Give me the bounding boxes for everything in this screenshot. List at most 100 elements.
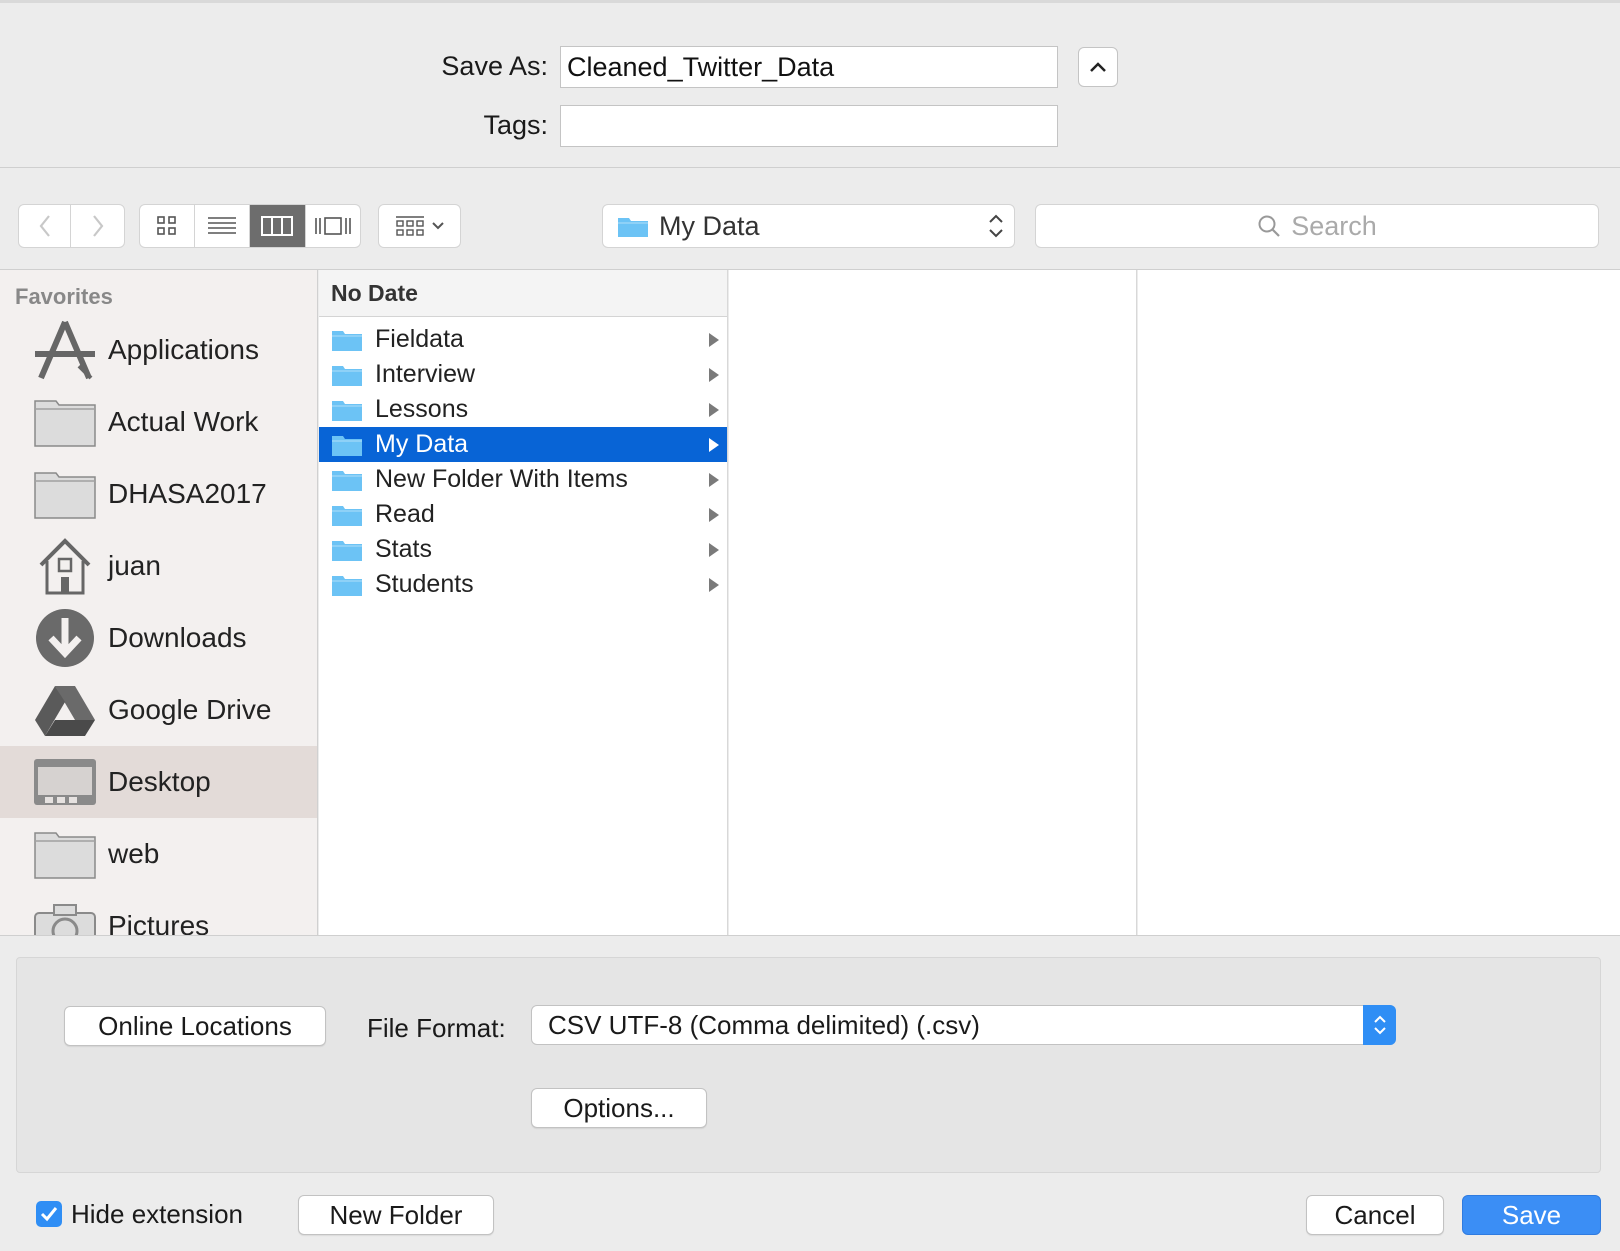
disclosure-arrow-icon [709, 507, 719, 522]
chevron-down-icon [431, 222, 444, 230]
arrange-button[interactable] [378, 204, 461, 248]
browser-divider [0, 935, 1620, 936]
column-header[interactable]: No Date [319, 270, 727, 317]
accessory-panel [16, 957, 1601, 1173]
sidebar-item-label: Downloads [108, 622, 247, 653]
sidebar-item-label: Applications [108, 334, 259, 365]
cancel-button[interactable]: Cancel [1306, 1195, 1444, 1235]
select-stepper [1363, 1005, 1396, 1045]
folder-row-lessons[interactable]: Lessons [319, 392, 727, 427]
column-view-icon [261, 216, 294, 236]
disclosure-arrow-icon [709, 402, 719, 417]
sidebar: Favorites Applications Actual Work DHASA… [0, 270, 318, 935]
desktop-icon [32, 752, 98, 812]
chevron-right-icon [92, 215, 103, 237]
google-drive-icon [32, 680, 98, 740]
nav-buttons [18, 204, 125, 248]
folder-row-students[interactable]: Students [319, 567, 727, 602]
sidebar-item-google-drive[interactable]: Google Drive [0, 674, 317, 746]
search-field[interactable]: Search [1035, 204, 1599, 248]
folder-name: Interview [375, 360, 476, 388]
sidebar-item-label: Pictures [108, 910, 210, 935]
save-button[interactable]: Save [1462, 1195, 1601, 1235]
forward-button[interactable] [71, 205, 124, 247]
folder-icon [32, 824, 98, 884]
folder-icon [332, 540, 362, 561]
folder-icon [32, 464, 98, 524]
sidebar-item-label: Actual Work [108, 406, 259, 437]
disclosure-arrow-icon [709, 577, 719, 592]
folder-icon [332, 365, 362, 386]
file-format-select[interactable]: CSV UTF-8 (Comma delimited) (.csv) [531, 1005, 1396, 1045]
disclosure-arrow-icon [709, 332, 719, 347]
path-popup[interactable]: My Data [602, 204, 1015, 248]
options-button[interactable]: Options... [531, 1088, 707, 1128]
sidebar-item-pictures[interactable]: Pictures [0, 890, 317, 935]
list-view-icon [207, 217, 236, 234]
folder-name: Students [375, 570, 474, 598]
header-divider [0, 167, 1620, 168]
downloads-icon [32, 608, 98, 668]
folder-name: Lessons [375, 395, 469, 423]
search-icon [1258, 215, 1280, 237]
search-placeholder: Search [1291, 210, 1377, 241]
folder-row-my-data[interactable]: My Data [319, 427, 727, 462]
folder-icon [332, 400, 362, 421]
browser-column-2[interactable] [729, 270, 1137, 935]
folder-row-interview[interactable]: Interview [319, 357, 727, 392]
hide-extension-label[interactable]: Hide extension [71, 1199, 243, 1230]
arrange-grid-icon [395, 216, 424, 236]
chevron-up-icon [1090, 62, 1106, 72]
browser-column-3[interactable] [1138, 270, 1620, 935]
new-folder-button[interactable]: New Folder [298, 1195, 494, 1235]
file-format-value: CSV UTF-8 (Comma delimited) (.csv) [548, 1009, 980, 1040]
disclosure-arrow-icon [709, 437, 719, 452]
save-as-field[interactable]: Cleaned_Twitter_Data [560, 46, 1058, 88]
sidebar-item-applications[interactable]: Applications [0, 314, 317, 386]
applications-icon [32, 320, 98, 380]
camera-icon [32, 896, 98, 935]
sidebar-item-juan[interactable]: juan [0, 530, 317, 602]
folder-name: Stats [375, 535, 432, 563]
sidebar-item-label: DHASA2017 [108, 478, 267, 509]
folder-icon [332, 470, 362, 491]
up-down-arrows-icon [989, 214, 1003, 238]
folder-name: Fieldata [375, 325, 464, 353]
folder-name: Read [375, 500, 435, 528]
list-view-button[interactable] [195, 205, 250, 247]
arrange-control[interactable] [379, 205, 460, 247]
online-locations-button[interactable]: Online Locations [64, 1006, 326, 1046]
tags-label: Tags: [483, 110, 548, 140]
sidebar-item-desktop[interactable]: Desktop [0, 746, 317, 818]
sidebar-item-label: web [108, 838, 160, 869]
hide-extension-checkbox[interactable] [36, 1201, 62, 1227]
sidebar-item-actual-work[interactable]: Actual Work [0, 386, 317, 458]
back-button[interactable] [19, 205, 72, 247]
disclosure-arrow-icon [709, 472, 719, 487]
expand-dialog-button[interactable] [1078, 47, 1118, 87]
folder-row-stats[interactable]: Stats [319, 532, 727, 567]
folder-icon [332, 330, 362, 351]
sidebar-item-web[interactable]: web [0, 818, 317, 890]
path-popup-label: My Data [659, 210, 760, 241]
folder-icon [332, 575, 362, 596]
sidebar-item-label: Desktop [108, 766, 211, 797]
tags-field[interactable] [560, 105, 1058, 147]
sidebar-item-label: juan [108, 550, 161, 581]
folder-row-new-folder-with-items[interactable]: New Folder With Items [319, 462, 727, 497]
chevron-left-icon [39, 215, 50, 237]
sidebar-item-downloads[interactable]: Downloads [0, 602, 317, 674]
folder-icon [32, 392, 98, 452]
view-mode-buttons [139, 204, 361, 248]
folder-row-read[interactable]: Read [319, 497, 727, 532]
home-icon [32, 536, 98, 596]
disclosure-arrow-icon [709, 367, 719, 382]
folder-row-fieldata[interactable]: Fieldata [319, 322, 727, 357]
file-format-label: File Format: [367, 1013, 506, 1043]
sidebar-item-dhasa2017[interactable]: DHASA2017 [0, 458, 317, 530]
cover-flow-icon [314, 217, 351, 235]
cover-flow-button[interactable] [306, 205, 361, 247]
icon-view-button[interactable] [140, 205, 195, 247]
column-view-button[interactable] [250, 205, 306, 247]
window-top-edge [0, 0, 1620, 3]
